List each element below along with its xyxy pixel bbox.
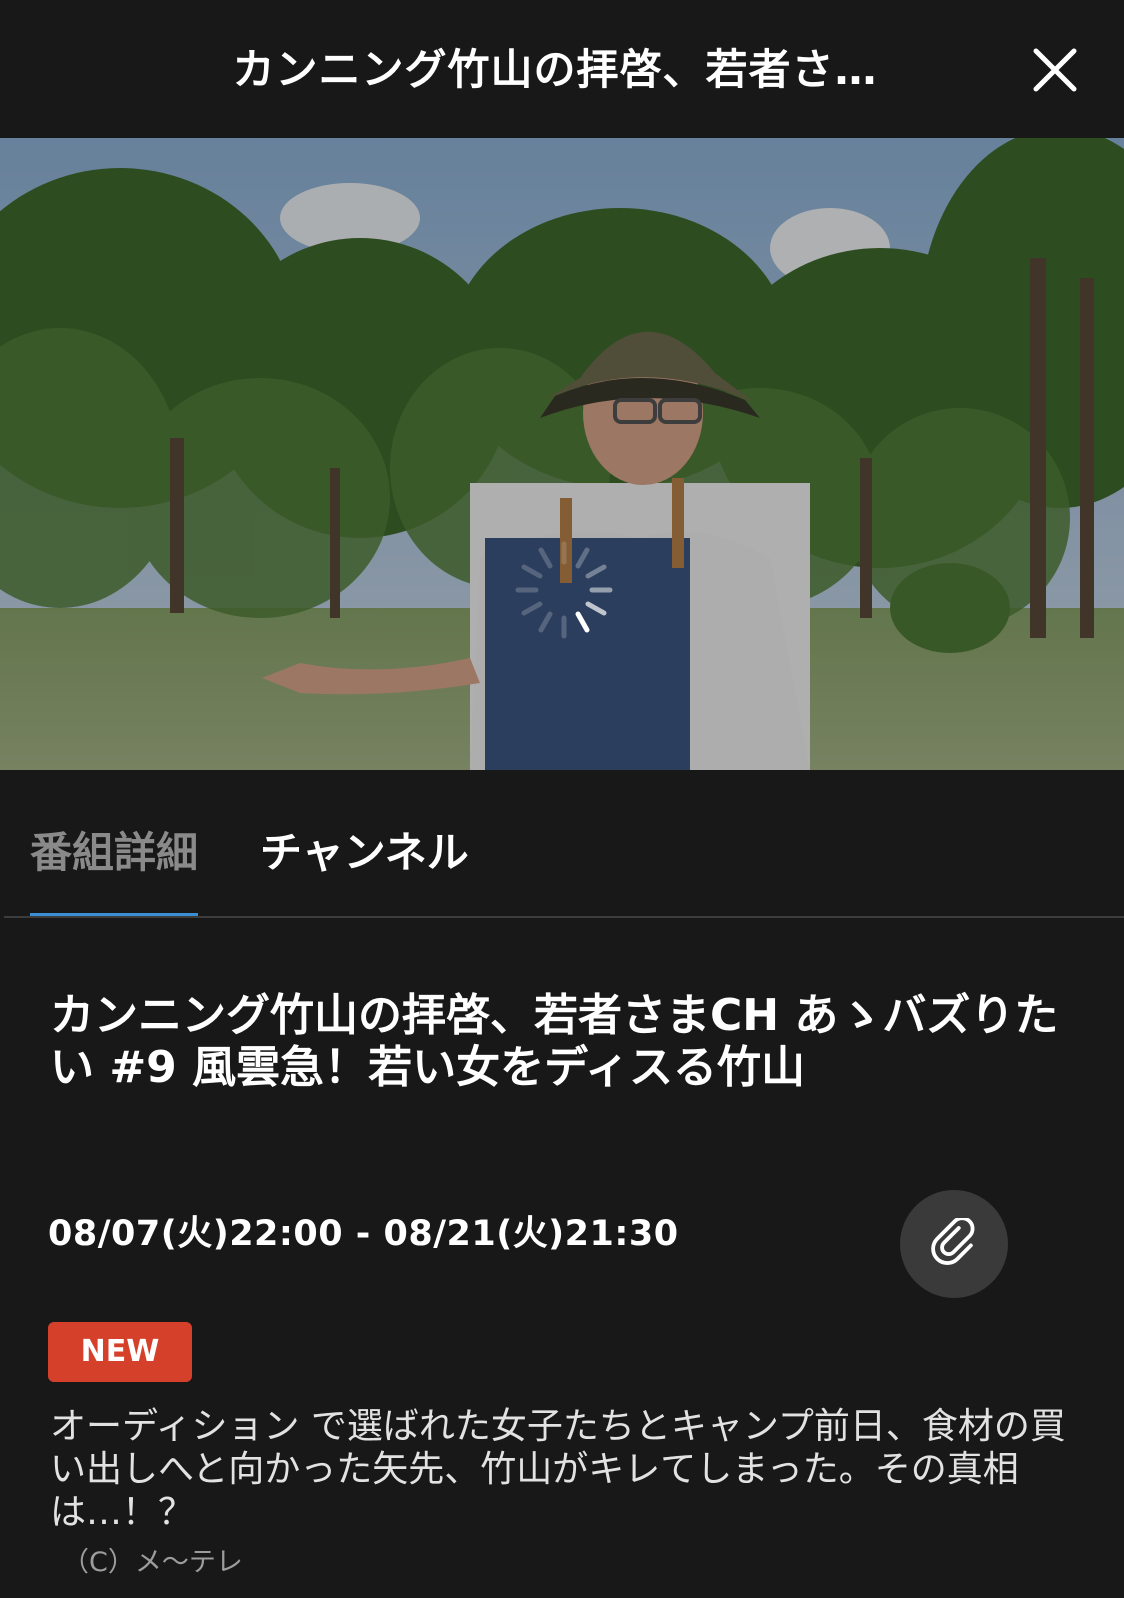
header-title: カンニング竹山の拝啓、若者さ… [232, 45, 878, 94]
loading-spinner-icon [515, 541, 613, 639]
tab-channel[interactable]: チャンネル [260, 818, 469, 888]
video-player[interactable] [0, 138, 1124, 770]
copyright-notice: （C）メ〜テレ [62, 1547, 243, 1578]
program-description: オーディション で選ばれた女子たちとキャンプ前日、食材の買い出しへと向かった矢先… [50, 1406, 1066, 1533]
paperclip-icon [931, 1218, 975, 1265]
broadcast-time: 08/07(火)22:00 - 08/21(火)21:30 [48, 1214, 679, 1254]
tab-program-details[interactable]: 番組詳細 [30, 818, 198, 888]
program-title: カンニング竹山の拝啓、若者さまCH あゝバズりたい #9 風雲急！若い女をディス… [50, 990, 1059, 1093]
header-bar: カンニング竹山の拝啓、若者さ… [0, 0, 1124, 138]
tab-divider [4, 916, 1124, 918]
copy-link-button[interactable] [900, 1190, 1008, 1298]
close-button[interactable] [1030, 45, 1080, 95]
close-icon [1033, 48, 1077, 92]
video-thumbnail [0, 138, 1124, 770]
new-badge: NEW [48, 1322, 192, 1382]
tab-bar: 番組詳細 チャンネル [0, 770, 1124, 920]
